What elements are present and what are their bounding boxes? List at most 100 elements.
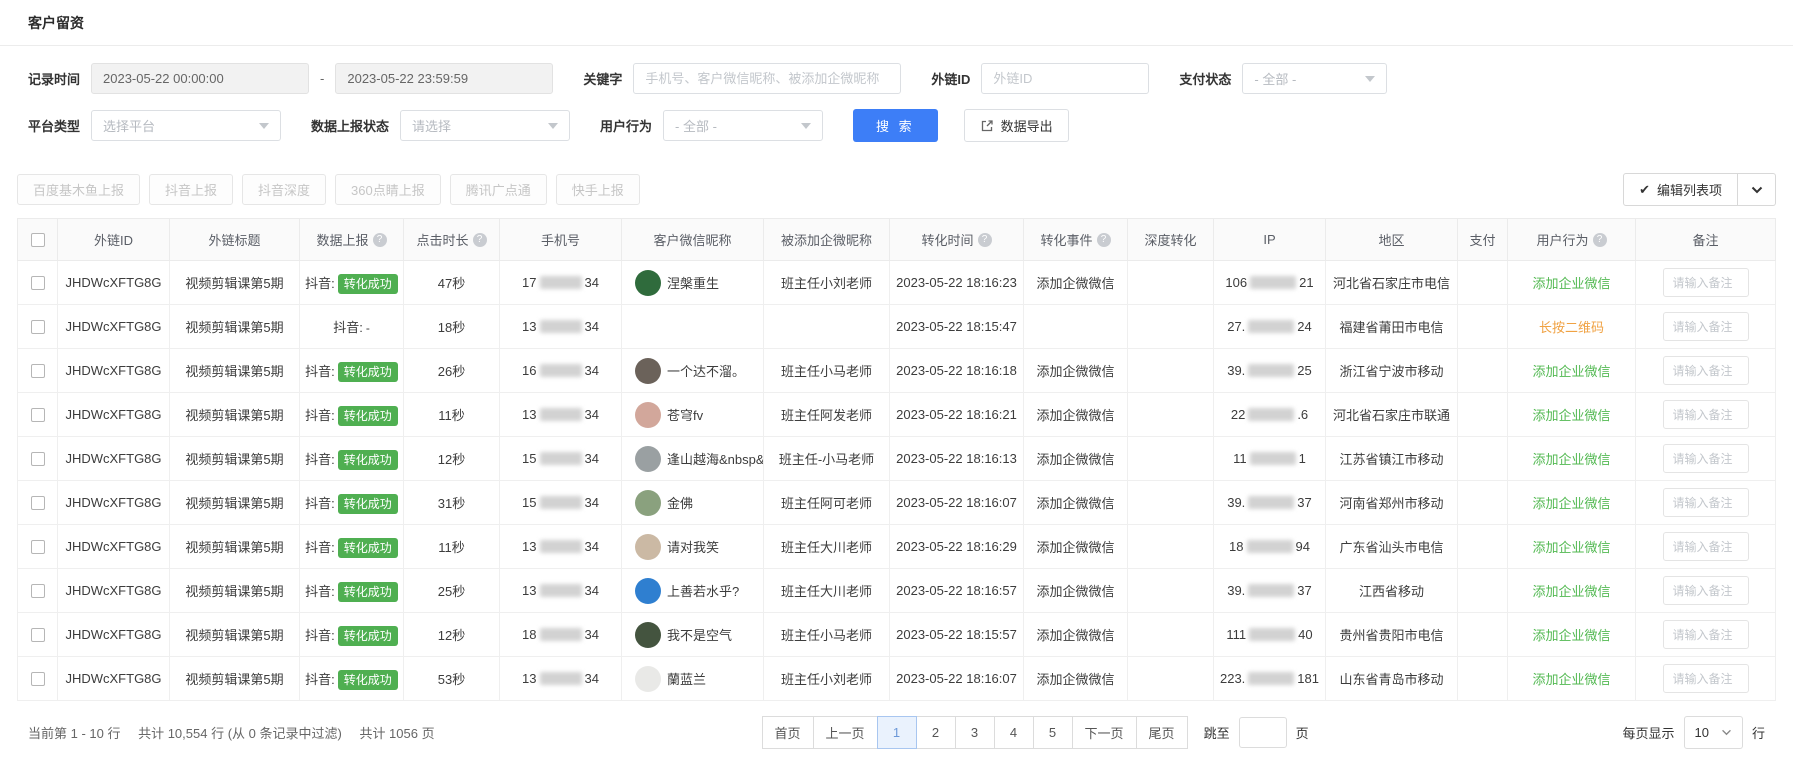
report-tab-button[interactable]: 快手上报 bbox=[555, 174, 640, 205]
row-checkbox[interactable] bbox=[30, 628, 45, 643]
report-tab-button[interactable]: 360点睛上报 bbox=[335, 174, 441, 205]
page-number-button[interactable]: 2 bbox=[915, 716, 956, 749]
note-input[interactable] bbox=[1662, 444, 1749, 473]
cell-user-behavior: 长按二维码 bbox=[1507, 304, 1636, 349]
filter-keyword: 关键字 bbox=[583, 63, 902, 94]
nickname-text: 请对我笑 bbox=[667, 540, 720, 555]
cell-note bbox=[1635, 436, 1776, 481]
row-checkbox[interactable] bbox=[30, 452, 45, 467]
phone-suffix: 34 bbox=[584, 627, 599, 642]
note-input[interactable] bbox=[1662, 356, 1749, 385]
ip-redacted-blur bbox=[1248, 320, 1295, 333]
keyword-input[interactable] bbox=[633, 63, 902, 94]
column-header: 客户微信昵称 bbox=[621, 218, 764, 261]
note-input[interactable] bbox=[1662, 620, 1749, 649]
row-checkbox[interactable] bbox=[30, 584, 45, 599]
pay-status-select[interactable]: - 全部 - bbox=[1242, 63, 1388, 94]
record-time-from-input[interactable] bbox=[91, 63, 310, 94]
report-tab-button[interactable]: 腾讯广点通 bbox=[449, 174, 547, 205]
cell-wechat-nickname: 请对我笑 bbox=[621, 524, 764, 569]
cell-select bbox=[17, 480, 58, 525]
page-number-button[interactable]: 5 bbox=[1032, 716, 1073, 749]
select-all-checkbox[interactable] bbox=[30, 233, 45, 248]
help-icon: ? bbox=[1096, 232, 1111, 247]
column-header: 支付 bbox=[1457, 218, 1508, 261]
cell-added-enterprise-name: 班主任小马老师 bbox=[763, 348, 890, 393]
row-checkbox[interactable] bbox=[30, 276, 45, 291]
cell-user-behavior: 添加企业微信 bbox=[1507, 260, 1636, 305]
cell-note bbox=[1635, 480, 1776, 525]
user-behavior-select[interactable]: - 全部 - bbox=[663, 110, 824, 141]
page-size-select[interactable]: 10 bbox=[1683, 716, 1743, 749]
page-number-button[interactable]: 1 bbox=[876, 716, 917, 749]
row-checkbox[interactable] bbox=[30, 320, 45, 335]
ip-suffix: 94 bbox=[1295, 539, 1310, 554]
column-header: 地区 bbox=[1325, 218, 1458, 261]
date-range-separator: - bbox=[320, 71, 325, 86]
note-input[interactable] bbox=[1662, 488, 1749, 517]
filter-section: 记录时间 - 关键字 外链ID 支付状态 - 全部 - 平台类型 选择平台 bbox=[0, 46, 1793, 142]
row-checkbox[interactable] bbox=[30, 540, 45, 555]
cell-convert-time: 2023-05-22 18:16:29 bbox=[889, 524, 1024, 569]
note-input[interactable] bbox=[1662, 400, 1749, 429]
note-input[interactable] bbox=[1662, 532, 1749, 561]
report-state-select[interactable]: 请选择 bbox=[400, 110, 571, 141]
column-header-label: 转化事件 bbox=[1040, 233, 1093, 248]
ip-redacted-blur bbox=[1248, 672, 1295, 685]
row-checkbox[interactable] bbox=[30, 496, 45, 511]
cell-link-title: 视频剪辑课第5期 bbox=[169, 656, 300, 701]
note-input[interactable] bbox=[1662, 268, 1749, 297]
cell-deep-convert bbox=[1127, 480, 1214, 525]
platform-select[interactable]: 选择平台 bbox=[91, 110, 282, 141]
column-header: 用户行为? bbox=[1507, 218, 1636, 261]
row-checkbox[interactable] bbox=[30, 364, 45, 379]
search-button[interactable]: 搜 索 bbox=[853, 109, 938, 142]
last-page-button[interactable]: 尾页 bbox=[1135, 716, 1188, 749]
cell-added-enterprise-name: 班主任大川老师 bbox=[763, 568, 890, 613]
report-tab-button[interactable]: 百度基木鱼上报 bbox=[17, 174, 141, 205]
cell-convert-event: 添加企微微信 bbox=[1023, 392, 1128, 437]
table-body: JHDWcXFTG8G 视频剪辑课第5期 抖音: 转化成功 47秒 17 34 涅槃… bbox=[17, 260, 1776, 701]
edit-columns-dropdown-button[interactable] bbox=[1738, 173, 1776, 206]
link-id-label: 外链ID bbox=[931, 72, 971, 87]
first-page-button[interactable]: 首页 bbox=[761, 716, 814, 749]
table-row: JHDWcXFTG8G 视频剪辑课第5期 抖音: 转化成功 11秒 13 34 请对… bbox=[17, 524, 1776, 569]
report-tab-button[interactable]: 抖音深度 bbox=[242, 174, 327, 205]
jump-page-input[interactable] bbox=[1238, 717, 1287, 748]
cell-pay bbox=[1457, 480, 1508, 525]
report-state-label: 数据上报状态 bbox=[311, 119, 390, 134]
phone-suffix: 34 bbox=[584, 275, 599, 290]
row-checkbox[interactable] bbox=[30, 672, 45, 687]
export-button[interactable]: 数据导出 bbox=[963, 109, 1069, 142]
phone-redacted-blur bbox=[539, 540, 582, 553]
column-header-label: 数据上报 bbox=[316, 233, 369, 248]
note-input[interactable] bbox=[1662, 312, 1749, 341]
phone-redacted-blur bbox=[539, 672, 582, 685]
page-number-button[interactable]: 3 bbox=[954, 716, 995, 749]
filter-platform: 平台类型 选择平台 bbox=[28, 110, 282, 141]
link-id-input[interactable] bbox=[981, 63, 1150, 94]
phone-redacted-blur bbox=[539, 452, 582, 465]
nickname-text: 逢山越海&nbsp&nbsp bbox=[667, 452, 764, 467]
page-size-label: 每页显示 bbox=[1622, 726, 1675, 741]
note-input[interactable] bbox=[1662, 576, 1749, 605]
edit-columns-button[interactable]: ✔ 编辑列表项 bbox=[1623, 173, 1738, 206]
report-platform-prefix: 抖音: bbox=[305, 276, 335, 291]
avatar bbox=[635, 445, 661, 472]
cell-note bbox=[1635, 304, 1776, 349]
ip-prefix: 39. bbox=[1227, 363, 1246, 378]
prev-page-button[interactable]: 上一页 bbox=[812, 716, 878, 749]
cell-ip: 18 94 bbox=[1213, 524, 1326, 569]
behavior-text: 添加企业微信 bbox=[1532, 452, 1611, 467]
report-platform-prefix: 抖音: bbox=[305, 408, 335, 423]
record-time-to-input[interactable] bbox=[335, 63, 554, 94]
page-number-button[interactable]: 4 bbox=[993, 716, 1034, 749]
next-page-button[interactable]: 下一页 bbox=[1071, 716, 1137, 749]
report-tab-button[interactable]: 抖音上报 bbox=[149, 174, 234, 205]
cell-added-enterprise-name: 班主任小刘老师 bbox=[763, 260, 890, 305]
row-checkbox[interactable] bbox=[30, 408, 45, 423]
page-size-unit: 行 bbox=[1751, 726, 1765, 741]
note-input[interactable] bbox=[1662, 664, 1749, 693]
report-tabs: 百度基木鱼上报 抖音上报 抖音深度 360点睛上报 腾讯广点通 快手上报 bbox=[17, 174, 649, 205]
phone-prefix: 13 bbox=[522, 583, 537, 598]
